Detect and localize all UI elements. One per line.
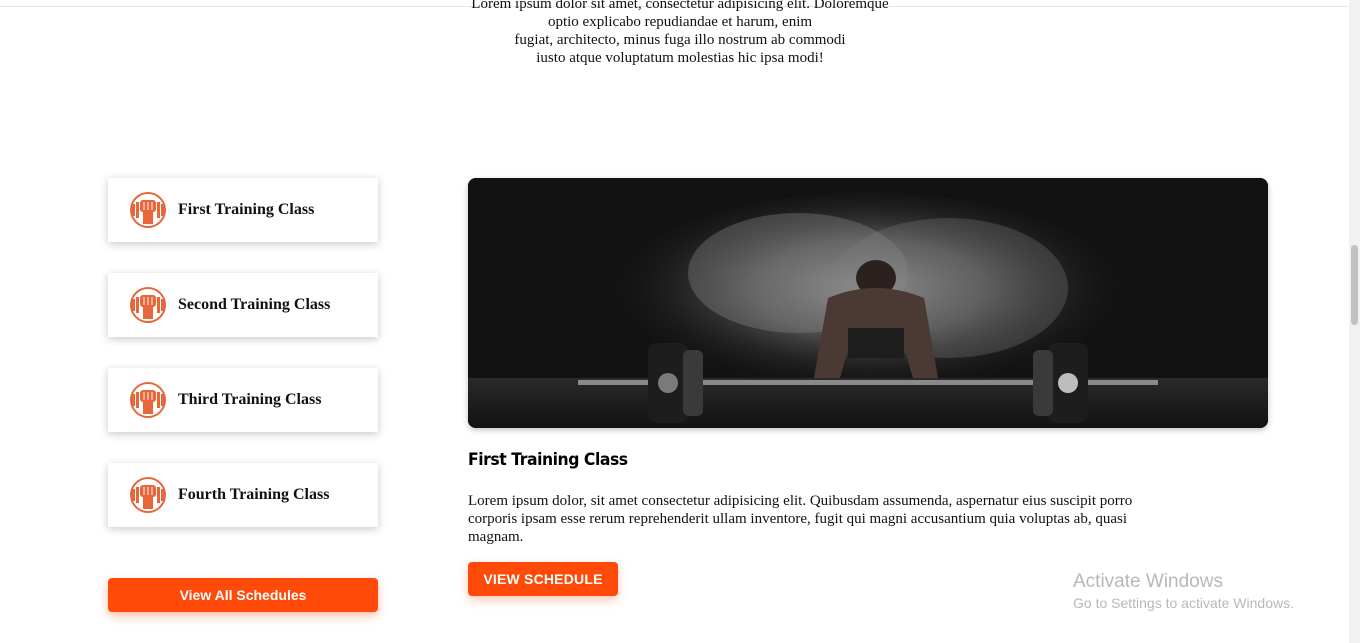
scrollbar-thumb[interactable]: [1351, 245, 1358, 325]
intro-line: fugiat, architecto, minus fuga illo nost…: [514, 32, 846, 48]
dumbbell-fist-icon: [128, 190, 168, 230]
class-card-third[interactable]: Third Training Class: [108, 368, 378, 432]
class-card-label: Fourth Training Class: [178, 486, 330, 503]
view-all-schedules-button[interactable]: View All Schedules: [108, 578, 378, 612]
watermark-title: Activate Windows: [1073, 571, 1223, 592]
dumbbell-fist-icon: [128, 285, 168, 325]
intro-line: optio explicabo repudiandae et harum, en…: [547, 14, 813, 30]
class-card-second[interactable]: Second Training Class: [108, 273, 378, 337]
page-scrollbar[interactable]: [1349, 0, 1360, 643]
dumbbell-fist-icon: [128, 475, 168, 515]
class-card-first[interactable]: First Training Class: [108, 178, 378, 242]
class-card-label: Second Training Class: [178, 296, 331, 313]
intro-line: iusto atque voluptatum molestias hic ips…: [536, 50, 824, 66]
class-card-label: Third Training Class: [178, 391, 322, 408]
class-hero-image: [468, 178, 1268, 428]
class-detail-description: Lorem ipsum dolor, sit amet consectetur …: [468, 493, 1133, 545]
class-card-fourth[interactable]: Fourth Training Class: [108, 463, 378, 527]
activate-windows-watermark: Activate Windows Go to Settings to activ…: [1073, 571, 1294, 611]
intro-paragraph: Lorem ipsum dolor sit amet, consectetur …: [440, 0, 920, 67]
class-card-label: First Training Class: [178, 201, 315, 218]
dumbbell-fist-icon: [128, 380, 168, 420]
watermark-subtitle: Go to Settings to activate Windows.: [1073, 595, 1294, 611]
view-schedule-button[interactable]: VIEW SCHEDULE: [468, 562, 618, 596]
class-detail-title: First Training Class: [468, 450, 628, 470]
intro-line: Lorem ipsum dolor sit amet, consectetur …: [471, 0, 889, 12]
